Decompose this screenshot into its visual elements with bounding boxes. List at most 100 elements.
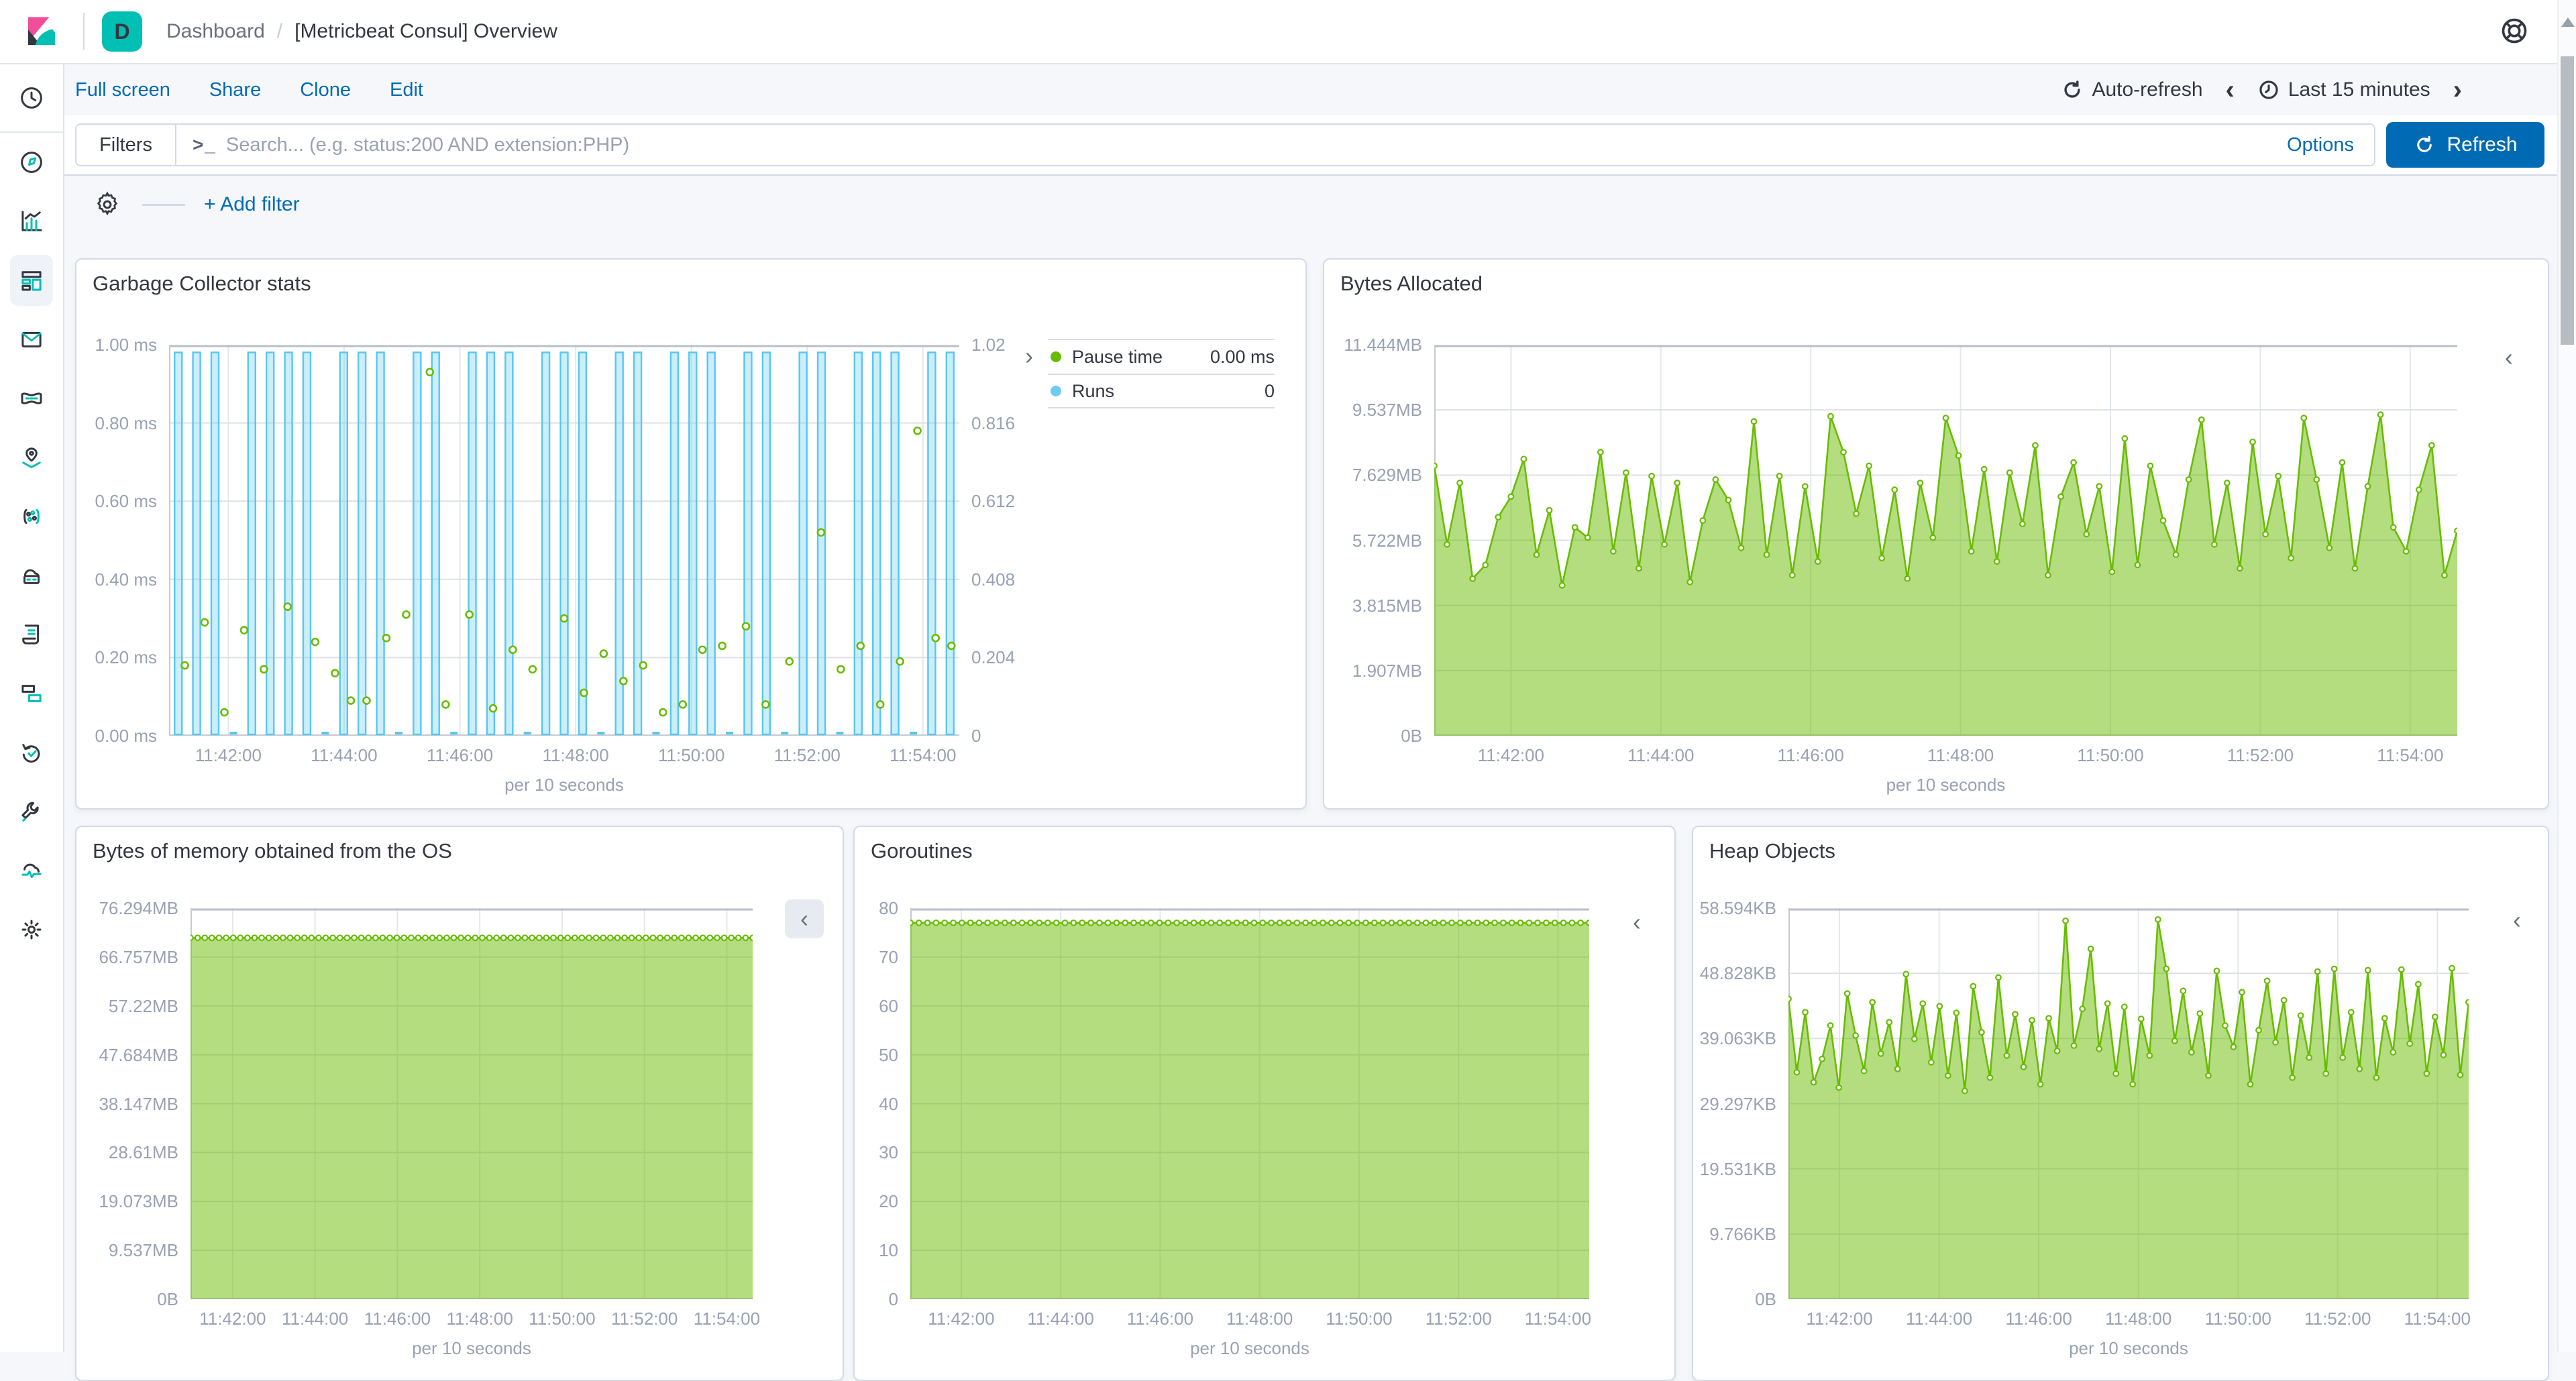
query-terminal-icon: >_ bbox=[192, 134, 217, 155]
sidebar-item-management[interactable] bbox=[0, 900, 64, 959]
help-button[interactable] bbox=[2500, 16, 2529, 48]
sidebar-item-apm[interactable] bbox=[0, 487, 64, 546]
bytes-allocated-chart: 11.444MB 9.537MB 7.629MB 5.722MB 3.815MB 1.90… bbox=[1324, 260, 2548, 808]
y-axis-tick-label: 0B bbox=[157, 1289, 178, 1309]
page-scrollbar[interactable] bbox=[2557, 0, 2576, 1352]
legend-expand-chevron[interactable]: ‹ bbox=[785, 899, 824, 938]
x-axis-tick-label: 11:46:00 bbox=[426, 745, 494, 765]
filter-settings-button[interactable] bbox=[91, 188, 123, 221]
x-axis-tick-label: 11:50:00 bbox=[2077, 745, 2144, 765]
kibana-logo[interactable] bbox=[0, 0, 83, 64]
y-axis-right-tick-label: 1.02 bbox=[971, 335, 1006, 355]
x-axis-tick-label: 11:52:00 bbox=[773, 745, 841, 765]
sidebar-item-dashboard[interactable] bbox=[0, 251, 64, 310]
y-axis-tick-label: 5.722MB bbox=[1352, 530, 1422, 551]
dev-tools-icon bbox=[21, 802, 39, 822]
clone-link[interactable]: Clone bbox=[300, 79, 351, 101]
stack-monitoring-icon bbox=[21, 863, 42, 879]
legend-dot bbox=[1051, 386, 1061, 396]
legend-expand-chevron[interactable]: ‹ bbox=[2505, 345, 2513, 370]
x-axis-tick-label: 11:44:00 bbox=[311, 745, 378, 765]
chart-plot-area[interactable] bbox=[191, 908, 753, 1299]
sidebar-item-siem[interactable] bbox=[0, 664, 64, 723]
y-axis-tick-label: 20 bbox=[879, 1191, 898, 1212]
legend-row[interactable]: Pause time 0.00 ms bbox=[1048, 339, 1275, 374]
sidebar-item-stack-monitoring[interactable] bbox=[0, 841, 64, 900]
y-axis-tick-label: 60 bbox=[879, 995, 898, 1016]
gear-icon bbox=[97, 191, 118, 216]
share-link[interactable]: Share bbox=[209, 79, 261, 101]
y-axis-tick-label: 28.61MB bbox=[108, 1142, 178, 1163]
dashboard-icon bbox=[21, 271, 42, 291]
chart-plot-area[interactable] bbox=[1788, 908, 2469, 1299]
y-axis-tick-label: 0.60 ms bbox=[95, 491, 158, 512]
y-axis-tick-label: 1.00 ms bbox=[95, 335, 158, 355]
x-axis-unit-label: per 10 seconds bbox=[1190, 1338, 1309, 1358]
life-ring-icon bbox=[2502, 18, 2527, 43]
panel-heap-objects: Heap Objects 58.594KB 48.828KB 39.063KB 29.… bbox=[1692, 826, 2549, 1381]
sidebar-item-logs[interactable] bbox=[0, 605, 64, 664]
dashboard-badge[interactable]: D bbox=[102, 11, 142, 52]
y-axis-tick-label: 39.063KB bbox=[1699, 1028, 1776, 1049]
time-range-button[interactable]: Last 15 minutes bbox=[2257, 78, 2430, 101]
logs-icon bbox=[22, 624, 40, 645]
add-filter-link[interactable]: + Add filter bbox=[204, 193, 300, 216]
sidebar-item-infrastructure[interactable] bbox=[0, 546, 64, 605]
sidebar-item-recently-viewed[interactable] bbox=[0, 64, 64, 131]
scrollbar-thumb[interactable] bbox=[2561, 56, 2574, 345]
canvas-icon bbox=[21, 331, 42, 347]
sidebar-item-uptime[interactable] bbox=[0, 723, 64, 782]
filter-bar-row: + Add filter bbox=[64, 176, 2576, 233]
chart-plot-area[interactable] bbox=[910, 908, 1589, 1299]
x-axis-tick-label: 11:50:00 bbox=[658, 745, 725, 765]
y-axis-tick-label: 57.22MB bbox=[108, 995, 178, 1016]
y-axis-tick-label: 48.828KB bbox=[1699, 963, 1776, 984]
maps-icon bbox=[22, 447, 41, 469]
y-axis-right-tick-label: 0.204 bbox=[971, 647, 1016, 668]
sidebar-item-canvas[interactable] bbox=[0, 310, 64, 369]
auto-refresh-button[interactable]: Auto-refresh bbox=[2061, 78, 2203, 101]
breadcrumb-dashboard[interactable]: Dashboard bbox=[166, 20, 265, 43]
x-axis-tick-label: 11:52:00 bbox=[2226, 745, 2294, 765]
sidebar-item-maps[interactable] bbox=[0, 428, 64, 487]
time-back-button[interactable]: ‹ bbox=[2226, 76, 2235, 103]
sidebar-item-dev-tools[interactable] bbox=[0, 782, 64, 841]
recently-viewed-icon bbox=[21, 87, 42, 109]
sidebar-item-discover[interactable] bbox=[0, 133, 64, 192]
chart-legend: Pause time 0.00 ms Runs 0 bbox=[1048, 339, 1275, 408]
apm-icon bbox=[23, 508, 40, 524]
y-axis-tick-label: 40 bbox=[879, 1093, 898, 1114]
y-axis-tick-label: 70 bbox=[879, 946, 898, 967]
goroutines-chart: 80 70 60 50 40 30 20 10 0 11:42:00 11:44:00 11:46:0… bbox=[855, 827, 1674, 1380]
y-axis-tick-label: 3.815MB bbox=[1352, 595, 1422, 616]
y-axis-tick-label: 66.757MB bbox=[99, 946, 178, 967]
x-axis-tick-label: 11:54:00 bbox=[2404, 1309, 2471, 1329]
siem-icon bbox=[21, 685, 42, 702]
legend-expand-chevron[interactable]: ‹ bbox=[2513, 908, 2521, 932]
refresh-button[interactable]: Refresh bbox=[2386, 122, 2544, 168]
y-axis-right-tick-label: 0.816 bbox=[971, 412, 1016, 433]
y-axis-tick-label: 0 bbox=[888, 1289, 898, 1309]
breadcrumb: Dashboard / [Metricbeat Consul] Overview bbox=[166, 20, 557, 43]
full-screen-link[interactable]: Full screen bbox=[75, 79, 170, 101]
x-axis-tick-label: 11:48:00 bbox=[542, 745, 609, 765]
visualize-icon bbox=[21, 211, 42, 231]
options-link[interactable]: Options bbox=[2267, 134, 2374, 156]
sidebar-item-machine-learning[interactable] bbox=[0, 369, 64, 428]
side-navigation bbox=[0, 64, 64, 1352]
time-forward-button[interactable]: › bbox=[2453, 76, 2462, 103]
x-axis-tick-label: 11:54:00 bbox=[693, 1309, 761, 1329]
y-axis-tick-label: 10 bbox=[879, 1240, 898, 1261]
sidebar-item-visualize[interactable] bbox=[0, 192, 64, 251]
breadcrumb-current: [Metricbeat Consul] Overview bbox=[294, 20, 557, 42]
legend-value: 0.00 ms bbox=[1210, 346, 1275, 367]
chart-plot-area[interactable] bbox=[1434, 345, 2457, 736]
scrollbar-up-arrow-icon[interactable] bbox=[2561, 17, 2575, 27]
legend-row[interactable]: Runs 0 bbox=[1048, 374, 1275, 408]
search-input[interactable] bbox=[225, 125, 2267, 165]
edit-link[interactable]: Edit bbox=[390, 79, 423, 101]
chart-plot-area[interactable] bbox=[169, 345, 959, 736]
legend-collapse-chevron[interactable]: › bbox=[1025, 344, 1033, 368]
filters-button[interactable]: Filters bbox=[76, 125, 176, 165]
legend-expand-chevron[interactable]: ‹ bbox=[1633, 910, 1641, 934]
